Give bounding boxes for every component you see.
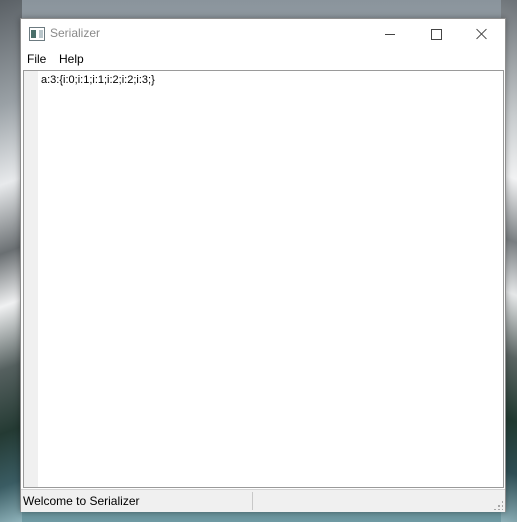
text-editor[interactable]: a:3:{i:0;i:1;i:1;i:2;i:2;i:3;} bbox=[23, 70, 504, 488]
editor-gutter bbox=[24, 71, 38, 487]
maximize-button[interactable] bbox=[413, 19, 459, 49]
menu-help[interactable]: Help bbox=[59, 52, 84, 66]
serializer-app-icon[interactable] bbox=[29, 27, 45, 41]
menu-bar: File Help bbox=[21, 49, 505, 69]
minimize-icon bbox=[385, 33, 395, 35]
size-grip-icon[interactable] bbox=[493, 500, 503, 510]
status-separator bbox=[252, 492, 253, 510]
menu-file[interactable]: File bbox=[27, 52, 46, 66]
status-message: Welcome to Serializer bbox=[23, 494, 140, 508]
window-title: Serializer bbox=[50, 26, 101, 40]
status-bar: Welcome to Serializer bbox=[21, 489, 505, 512]
maximize-icon bbox=[430, 28, 442, 40]
serializer-window: Serializer File Help a:3:{i:0;i:1;i:1;i:… bbox=[20, 18, 506, 512]
desktop-wallpaper: Serializer File Help a:3:{i:0;i:1;i:1;i:… bbox=[0, 0, 517, 522]
minimize-button[interactable] bbox=[367, 19, 413, 49]
title-bar[interactable]: Serializer bbox=[21, 19, 505, 49]
editor-content[interactable]: a:3:{i:0;i:1;i:1;i:2;i:2;i:3;} bbox=[41, 74, 155, 86]
wallpaper-left-edge bbox=[0, 0, 22, 522]
close-button[interactable] bbox=[459, 19, 505, 49]
close-icon bbox=[476, 28, 488, 40]
